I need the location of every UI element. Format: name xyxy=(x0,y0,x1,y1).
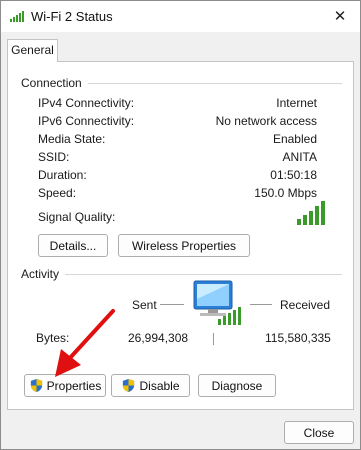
title-bar: Wi-Fi 2 Status ✕ xyxy=(1,1,360,32)
sent-label: Sent xyxy=(132,298,157,312)
red-arrow xyxy=(55,309,115,377)
ipv6-label: IPv6 Connectivity: xyxy=(38,114,135,128)
close-button[interactable]: Close xyxy=(284,421,354,444)
activity-group-label: Activity xyxy=(21,267,66,281)
ipv4-label: IPv4 Connectivity: xyxy=(38,96,135,110)
diagnose-button[interactable]: Diagnose xyxy=(198,374,276,397)
wifi-status-window: Wi-Fi 2 Status ✕ General Connection IPv4… xyxy=(0,0,361,450)
tab-general[interactable]: General xyxy=(7,39,58,62)
signal-quality-label: Signal Quality: xyxy=(38,210,116,224)
ipv4-value: Internet xyxy=(276,96,317,110)
close-icon[interactable]: ✕ xyxy=(330,7,350,27)
uac-shield-icon xyxy=(123,378,135,393)
duration-value: 01:50:18 xyxy=(270,168,317,182)
speed-label: Speed: xyxy=(38,186,77,200)
properties-label: Properties xyxy=(46,378,102,393)
window-title: Wi-Fi 2 Status xyxy=(31,9,113,24)
wireless-properties-button[interactable]: Wireless Properties xyxy=(118,234,250,257)
ssid-value: ANITA xyxy=(282,150,317,164)
ipv6-value: No network access xyxy=(215,114,317,128)
media-state-value: Enabled xyxy=(272,132,317,146)
uac-shield-icon xyxy=(30,378,42,393)
sent-line xyxy=(160,304,184,305)
ssid-label: SSID: xyxy=(38,150,70,164)
wifi-signal-icon xyxy=(10,11,24,22)
signal-strength-icon xyxy=(297,201,325,225)
network-computer-icon xyxy=(193,280,241,325)
details-button[interactable]: Details... xyxy=(38,234,108,257)
received-label: Received xyxy=(280,298,331,312)
disable-button[interactable]: Disable xyxy=(111,374,190,397)
connection-group-label: Connection xyxy=(21,76,88,90)
speed-value: 150.0 Mbps xyxy=(254,186,317,200)
received-line xyxy=(250,304,272,305)
disable-label: Disable xyxy=(139,378,180,393)
activity-separator xyxy=(213,333,214,345)
bytes-sent-value: 26,994,308 xyxy=(128,331,189,345)
duration-label: Duration: xyxy=(38,168,87,182)
activity-divider xyxy=(21,274,342,275)
media-state-label: Media State: xyxy=(38,132,106,146)
bytes-received-value: 115,580,335 xyxy=(265,331,331,345)
